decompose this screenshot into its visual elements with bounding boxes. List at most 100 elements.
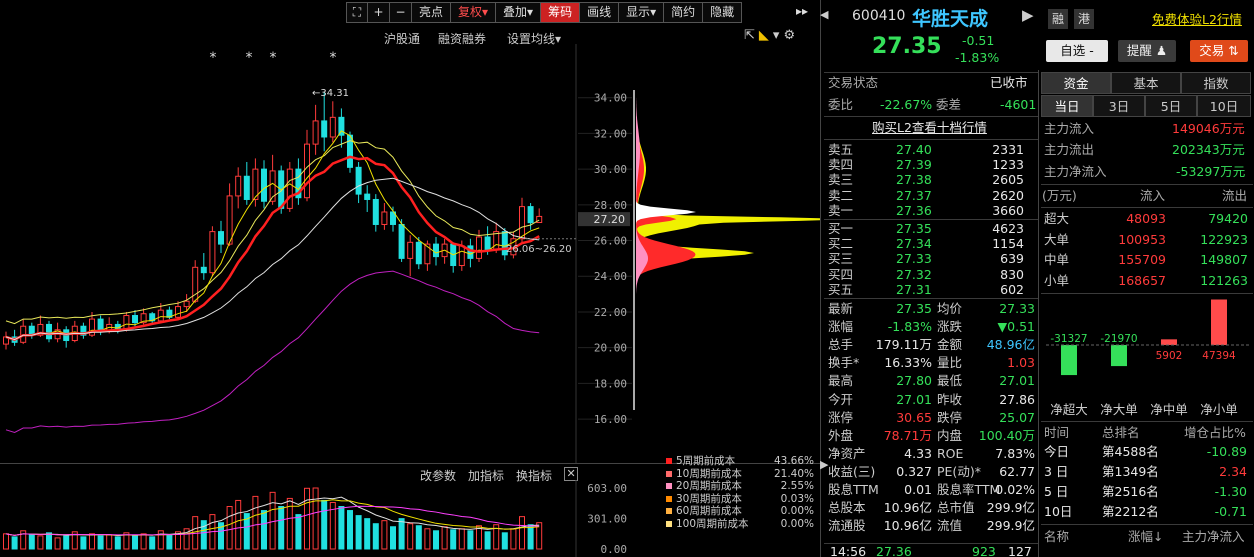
star-marker: * bbox=[246, 50, 253, 66]
ob-label: 卖五 bbox=[828, 142, 854, 157]
net-inflow-col-header[interactable]: 主力净流入 bbox=[1182, 528, 1245, 546]
margin-tag[interactable]: 融 bbox=[1048, 9, 1068, 29]
zoom-out-button[interactable]: − bbox=[390, 2, 412, 23]
volume-bar bbox=[295, 514, 302, 550]
volume-bar bbox=[166, 534, 173, 550]
candle-body bbox=[519, 206, 525, 240]
volume-bar bbox=[467, 530, 474, 550]
chip-legend-row: 100周期前成本 0.00% bbox=[666, 518, 814, 530]
candle-body bbox=[243, 175, 250, 200]
quote-value: 10.96亿 bbox=[883, 500, 932, 516]
swap-arrows-icon: ⇅ bbox=[1228, 43, 1239, 58]
ask-row[interactable]: 卖三 27.38 2605 bbox=[828, 172, 1036, 187]
volume-bar bbox=[37, 535, 44, 550]
fullscreen-icon: ⛶ bbox=[352, 5, 362, 19]
arrows-icon[interactable]: ⇱ bbox=[744, 28, 759, 43]
tab-index[interactable]: 指数 bbox=[1181, 72, 1251, 94]
flag-icon[interactable]: ◣ bbox=[759, 28, 773, 43]
bid-row[interactable]: 买五 27.31 602 bbox=[828, 282, 1036, 297]
chip-legend-row: 30周期前成本 0.03% bbox=[666, 493, 814, 505]
highlight-button[interactable]: 亮点 bbox=[412, 2, 452, 23]
legend-swatch bbox=[666, 470, 672, 477]
draw-line-button[interactable]: 画线 bbox=[580, 2, 620, 23]
alert-button[interactable]: 提醒 ♟ bbox=[1118, 40, 1176, 62]
quote-value: 0.02% bbox=[995, 482, 1035, 497]
volume-bar bbox=[458, 528, 465, 550]
period-10d[interactable]: 10日 bbox=[1197, 95, 1251, 117]
ob-label: 买二 bbox=[828, 236, 854, 252]
tab-basic[interactable]: 基本 bbox=[1111, 72, 1181, 94]
next-stock-icon[interactable]: ▶ bbox=[1022, 6, 1034, 24]
simple-button[interactable]: 简约 bbox=[664, 2, 704, 23]
watchlist-button[interactable]: 自选 - bbox=[1046, 40, 1108, 62]
chip-distribution: 27.20 bbox=[578, 90, 820, 410]
gear-icon[interactable]: ⚙ bbox=[783, 28, 799, 43]
rank-period: 5 日 bbox=[1044, 484, 1069, 499]
ask-row[interactable]: 卖一 27.36 3660 bbox=[828, 203, 1036, 218]
buy-l2-link[interactable]: 购买L2查看十档行情 bbox=[872, 119, 987, 137]
fullscreen-button[interactable]: ⛶ bbox=[346, 2, 368, 23]
collapse-left-icon[interactable]: ◀ bbox=[820, 8, 828, 21]
volume-bar bbox=[415, 525, 422, 550]
ask-row[interactable]: 卖四 27.39 1233 bbox=[828, 157, 1036, 172]
period-3d[interactable]: 3日 bbox=[1093, 95, 1145, 117]
l2-promo-link[interactable]: 免费体验L2行情 bbox=[1152, 9, 1242, 28]
legend-swatch bbox=[666, 495, 672, 502]
volume-bar bbox=[54, 537, 61, 550]
quote-value: 16.33% bbox=[884, 355, 932, 371]
volume-bar bbox=[11, 536, 18, 550]
ob-price: 27.40 bbox=[896, 142, 932, 157]
volume-bar bbox=[157, 530, 164, 550]
chips-button[interactable]: 筹码 bbox=[541, 2, 581, 23]
bid-row[interactable]: 买四 27.32 830 bbox=[828, 267, 1036, 282]
trade-button[interactable]: 交易 ⇅ bbox=[1190, 40, 1248, 62]
volume-bar bbox=[510, 528, 517, 550]
period-5d[interactable]: 5日 bbox=[1145, 95, 1197, 117]
ob-price: 27.37 bbox=[896, 187, 932, 203]
volume-bar bbox=[132, 535, 138, 550]
volume-bar bbox=[149, 536, 156, 550]
legend-swatch bbox=[666, 520, 672, 527]
quote-value: 179.11万 bbox=[875, 337, 932, 353]
name-col-header[interactable]: 名称 bbox=[1044, 528, 1069, 546]
adjust-button[interactable]: 复权▾ bbox=[451, 2, 497, 23]
rank-value: 第4588名 bbox=[1102, 444, 1159, 459]
quote-label: 流通股 bbox=[828, 518, 866, 534]
volume-bar bbox=[106, 534, 113, 550]
overlay-button[interactable]: 叠加▾ bbox=[496, 2, 542, 23]
kline-chart[interactable]: 34.0032.0030.0028.0026.0024.0022.0020.00… bbox=[0, 44, 632, 464]
candle-body bbox=[347, 134, 353, 168]
ask-row[interactable]: 卖二 27.37 2620 bbox=[828, 188, 1036, 203]
main-out-value: 202343万元 bbox=[1172, 142, 1245, 157]
high-price-label: ←34.31 bbox=[312, 88, 349, 99]
hk-tag[interactable]: 港 bbox=[1074, 9, 1094, 29]
collapse-handle[interactable]: ◀ ▶ bbox=[820, 0, 828, 557]
bid-row[interactable]: 买二 27.34 1154 bbox=[828, 236, 1036, 251]
volume-bar bbox=[364, 518, 371, 550]
close-icon[interactable]: ✕ bbox=[564, 467, 579, 481]
nav-arrows[interactable]: ▸▸ bbox=[796, 4, 808, 18]
change-col-header[interactable]: 涨幅↓ bbox=[1128, 528, 1163, 546]
net-flow-value: -31327 bbox=[1050, 333, 1087, 345]
bid-row[interactable]: 买一 27.35 4623 bbox=[828, 221, 1036, 236]
candle-body bbox=[235, 175, 242, 197]
chip-tool-icons[interactable]: ⇱◣▾⚙ bbox=[744, 28, 799, 43]
bid-row[interactable]: 买三 27.33 639 bbox=[828, 251, 1036, 266]
volume-tick-label: 0.00 bbox=[601, 543, 628, 556]
main-in-label: 主力流入 bbox=[1044, 121, 1095, 136]
tab-funds[interactable]: 资金 bbox=[1041, 72, 1111, 94]
hide-button[interactable]: 隐藏 bbox=[703, 2, 743, 23]
quote-label: 涨幅 bbox=[828, 319, 854, 335]
star-marker: * bbox=[210, 50, 217, 66]
volume-bar bbox=[484, 531, 491, 550]
candle-body bbox=[398, 223, 405, 259]
quote-label: 昨收 bbox=[937, 391, 963, 407]
candle-body bbox=[355, 166, 362, 195]
display-button[interactable]: 显示▾ bbox=[619, 2, 665, 23]
period-today[interactable]: 当日 bbox=[1041, 95, 1093, 117]
legend-label: 30周期前成本 bbox=[676, 492, 742, 505]
zoom-in-button[interactable]: + bbox=[368, 2, 390, 23]
fund-row-inflow: 100953 bbox=[1118, 231, 1166, 247]
info-icon[interactable]: ▾ bbox=[773, 28, 784, 43]
ask-row[interactable]: 卖五 27.40 2331 bbox=[828, 142, 1036, 157]
